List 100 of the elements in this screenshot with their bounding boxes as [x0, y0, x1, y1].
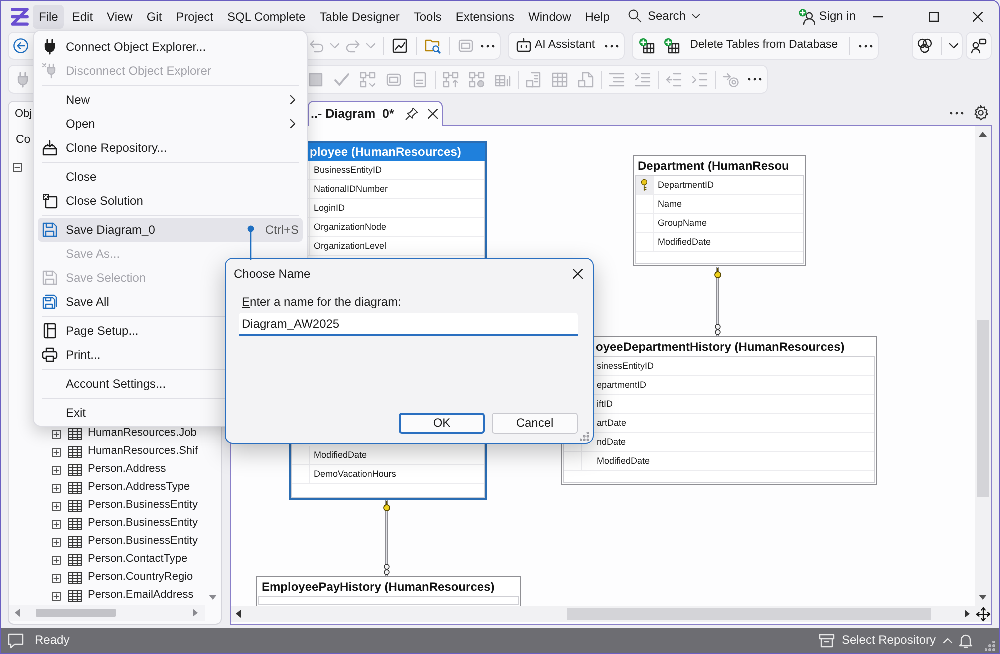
- expand-icon[interactable]: [52, 538, 61, 546]
- scroll-up-icon[interactable]: [979, 132, 987, 137]
- archive-icon: [818, 632, 835, 648]
- tree-item[interactable]: Person.CountryRegio: [88, 571, 194, 585]
- scroll-right-icon[interactable]: [965, 610, 970, 618]
- expand-icon[interactable]: [52, 466, 61, 474]
- table-icon: [68, 571, 82, 585]
- tree-item[interactable]: Person.BusinessEntity: [88, 499, 198, 513]
- column-name: ndDate: [597, 436, 626, 449]
- menu-item[interactable]: Help: [579, 4, 616, 28]
- scrollbar-thumb[interactable]: [567, 608, 931, 620]
- menu-item[interactable]: Close Solution: [38, 189, 303, 213]
- resize-grip-icon[interactable]: [580, 432, 589, 441]
- table-icon: [68, 535, 82, 549]
- scroll-left-icon[interactable]: [236, 610, 241, 618]
- tree-item[interactable]: Person.ContactType: [88, 553, 188, 567]
- expand-icon[interactable]: [52, 484, 61, 492]
- assistant-button[interactable]: AI Assistant: [510, 34, 602, 58]
- collapse-icon[interactable]: [13, 162, 22, 172]
- menu-item[interactable]: Clone Repository...: [38, 136, 303, 160]
- menu-item[interactable]: Open: [38, 112, 303, 136]
- expand-icon[interactable]: [52, 574, 61, 582]
- maximize-icon[interactable]: [929, 12, 939, 22]
- settings-icon[interactable]: [973, 105, 989, 121]
- more-icon[interactable]: [748, 78, 762, 81]
- more-icon[interactable]: [605, 44, 620, 48]
- toolbar-button[interactable]: Delete Tables from Database: [684, 34, 844, 58]
- menu-item[interactable]: Connect Object Explorer...: [38, 35, 303, 59]
- more-icon[interactable]: [481, 44, 495, 48]
- tray-download-icon: [42, 140, 58, 156]
- menu-item[interactable]: Extensions: [450, 4, 521, 28]
- minimize-icon[interactable]: [873, 16, 883, 18]
- chevron-up-icon: [943, 638, 953, 644]
- document-tab[interactable]: ..- Diagram_0*: [308, 101, 444, 126]
- move-icon[interactable]: [976, 606, 990, 622]
- search-button[interactable]: Search: [622, 5, 706, 28]
- menu-item[interactable]: Table Designer: [314, 4, 406, 28]
- column-name: artDate: [597, 417, 627, 430]
- tree-item[interactable]: Person.BusinessEntity: [88, 535, 198, 549]
- ok-button[interactable]: OK: [399, 413, 485, 434]
- app-logo[interactable]: [9, 6, 31, 28]
- close-icon[interactable]: [573, 269, 583, 279]
- circles-icon[interactable]: [917, 38, 933, 54]
- plug-icon: [42, 39, 58, 55]
- plug-icon: [42, 63, 58, 79]
- chart-icon[interactable]: [392, 38, 408, 54]
- person-chat-icon[interactable]: [971, 38, 987, 54]
- more-icon[interactable]: [859, 44, 874, 48]
- scrollbar-thumb[interactable]: [977, 320, 989, 497]
- expand-icon[interactable]: [52, 502, 61, 510]
- bell-icon[interactable]: [958, 632, 974, 648]
- expand-icon[interactable]: [52, 430, 61, 438]
- sign-in-button[interactable]: Sign in: [797, 4, 858, 28]
- expand-icon[interactable]: [52, 592, 61, 600]
- folder-search-icon[interactable]: [425, 38, 441, 54]
- close-icon[interactable]: [973, 12, 983, 22]
- table-add-icon[interactable]: [664, 38, 680, 54]
- menu-item[interactable]: View: [101, 4, 139, 28]
- tree-item[interactable]: Person.AddressType: [88, 481, 190, 495]
- table-add-icon[interactable]: [638, 38, 655, 54]
- tree-item[interactable]: Person.EmailAddress: [88, 589, 194, 603]
- repository-button[interactable]: Select Repository: [818, 632, 953, 648]
- vertical-scrollbar[interactable]: [975, 126, 991, 606]
- expand-icon[interactable]: [52, 448, 61, 456]
- column-name: GroupName: [658, 217, 708, 230]
- scroll-down-icon[interactable]: [209, 595, 217, 600]
- column-name: iftID: [597, 398, 614, 411]
- cancel-button[interactable]: Cancel: [492, 413, 578, 434]
- chevron-down-icon[interactable]: [949, 43, 959, 49]
- horizontal-scrollbar[interactable]: [231, 606, 975, 622]
- menu-item[interactable]: Close: [38, 165, 303, 189]
- menu-item[interactable]: Tools: [408, 4, 448, 28]
- menu-item[interactable]: File: [33, 4, 64, 28]
- save-all-icon: [42, 294, 58, 310]
- chat-icon[interactable]: [8, 632, 24, 648]
- menu-item[interactable]: Edit: [66, 4, 100, 28]
- menu-item[interactable]: Window: [522, 4, 578, 28]
- tree-item[interactable]: HumanResources.Shif: [88, 445, 198, 459]
- menu-item[interactable]: Git: [140, 4, 168, 28]
- tree-item[interactable]: HumanResources.Job: [88, 427, 197, 441]
- menu-item[interactable]: SQL Complete: [222, 4, 312, 28]
- name-field[interactable]: Diagram_AW2025: [239, 313, 578, 336]
- scrollbar-thumb[interactable]: [36, 609, 116, 617]
- menu-item[interactable]: Save Diagram_0 Ctrl+S: [38, 218, 303, 242]
- menu-item[interactable]: New: [38, 88, 303, 112]
- expand-icon[interactable]: [52, 520, 61, 528]
- tree-item[interactable]: Person.BusinessEntity: [88, 517, 198, 531]
- column-name: ModifiedDate: [597, 455, 650, 468]
- more-icon[interactable]: [950, 112, 964, 114]
- search-icon: [628, 9, 642, 24]
- column-name: ModifiedDate: [314, 449, 368, 462]
- column-name: BusinessEntityID: [314, 164, 382, 177]
- resize-grip-icon[interactable]: [985, 640, 995, 650]
- horizontal-scrollbar[interactable]: [9, 605, 205, 621]
- scroll-down-icon[interactable]: [979, 595, 987, 600]
- expand-icon[interactable]: [52, 556, 61, 564]
- tree-item[interactable]: Person.Address: [88, 463, 166, 477]
- menu-item[interactable]: Project: [170, 4, 220, 28]
- pin-icon[interactable]: [405, 107, 420, 121]
- close-icon[interactable]: [428, 109, 438, 119]
